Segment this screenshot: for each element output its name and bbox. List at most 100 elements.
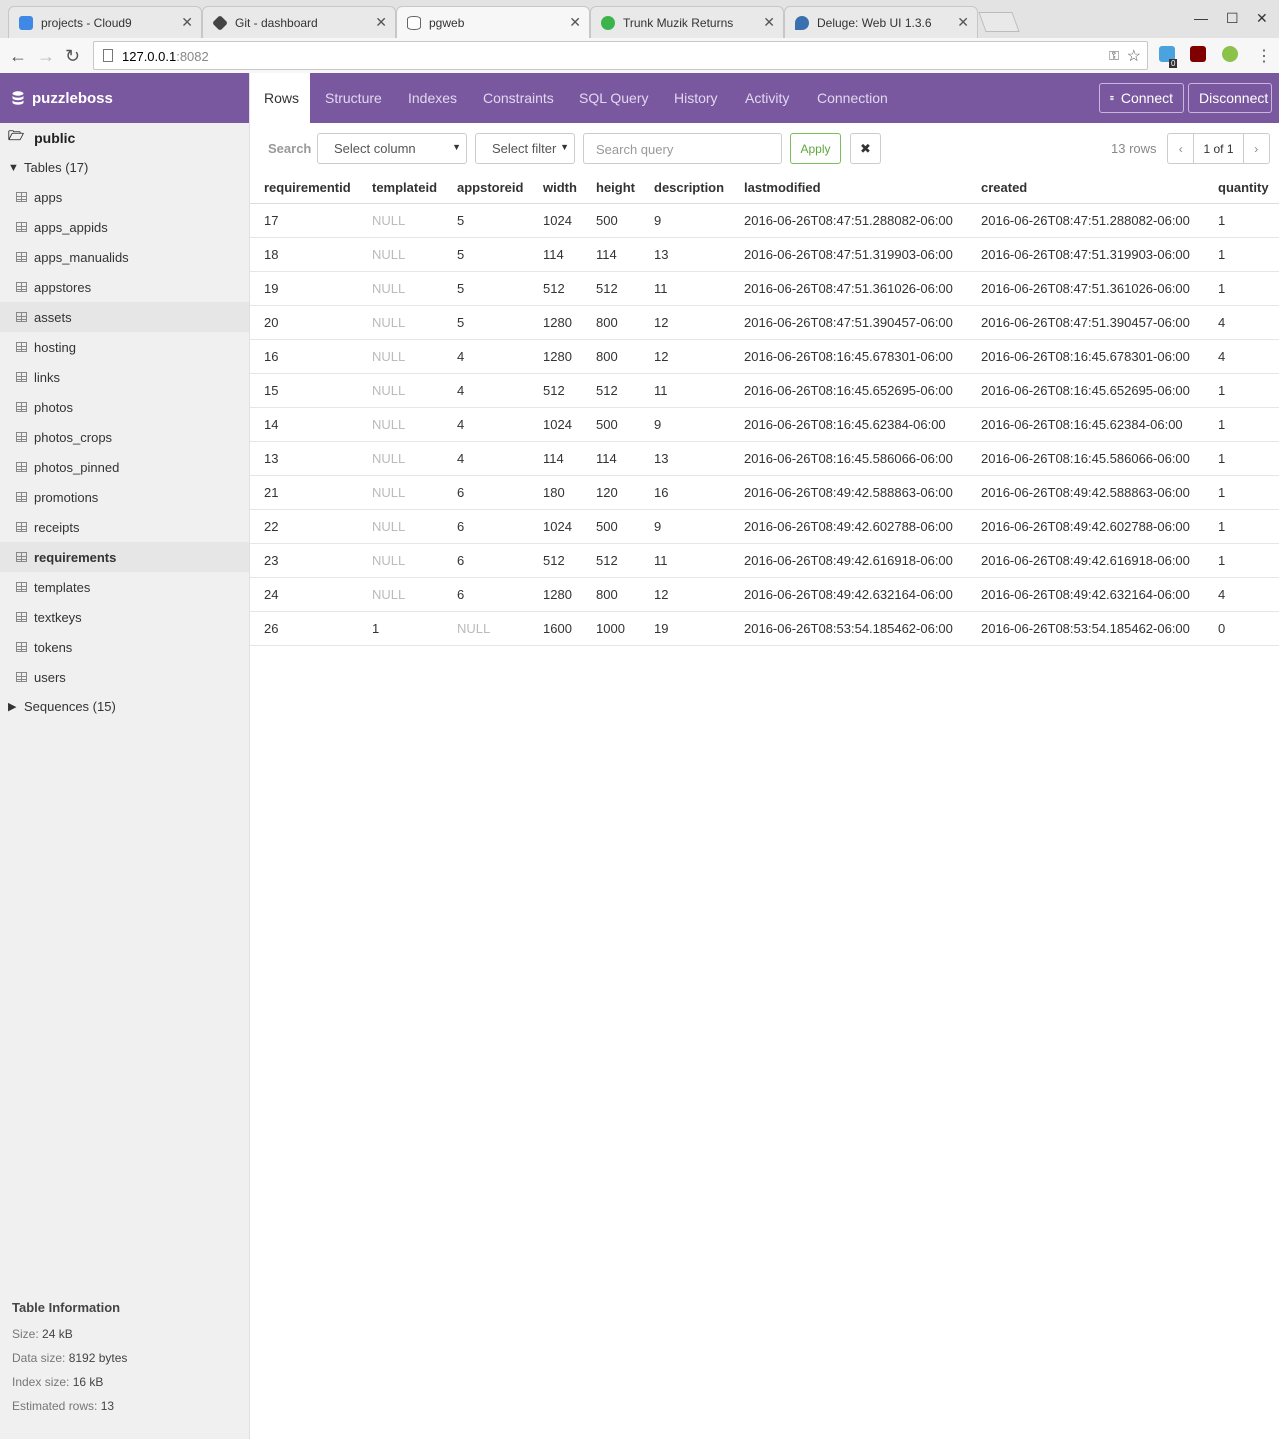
cell-appstoreid[interactable]: 5 xyxy=(443,271,529,306)
cell-lastmodified[interactable]: 2016-06-26T08:49:42.602788-06:00 xyxy=(730,509,967,544)
cell-width[interactable]: 512 xyxy=(529,373,582,408)
cell-quantity[interactable]: 1 xyxy=(1204,407,1279,442)
cell-height[interactable]: 500 xyxy=(582,509,640,544)
cell-created[interactable]: 2016-06-26T08:16:45.586066-06:00 xyxy=(967,441,1204,476)
cell-quantity[interactable]: 1 xyxy=(1204,441,1279,476)
disconnect-button[interactable]: Disconnect xyxy=(1188,83,1272,113)
cell-description[interactable]: 12 xyxy=(640,339,730,374)
cell-quantity[interactable]: 1 xyxy=(1204,543,1279,578)
cell-appstoreid[interactable]: 6 xyxy=(443,543,529,578)
cell-width[interactable]: 1280 xyxy=(529,577,582,612)
select-filter-dropdown[interactable]: Select filter ▼ xyxy=(475,133,575,164)
sidebar-item-apps-appids[interactable]: apps_appids xyxy=(0,212,249,242)
forward-icon[interactable]: → xyxy=(37,46,55,67)
cell-appstoreid[interactable]: 4 xyxy=(443,339,529,374)
tab-constraints[interactable]: Constraints xyxy=(483,73,554,123)
cell-appstoreid[interactable]: 4 xyxy=(443,407,529,442)
address-bar[interactable]: 127.0.0.1:8082 ⚿ ☆ xyxy=(93,41,1148,70)
cell-quantity[interactable]: 1 xyxy=(1204,373,1279,408)
table-row[interactable]: 20 NULL 5 1280 800 12 2016-06-26T08:47:51.3904… xyxy=(250,305,1279,340)
cell-height[interactable]: 800 xyxy=(582,339,640,374)
cell-requirementid[interactable]: 22 xyxy=(250,509,358,544)
cell-requirementid[interactable]: 24 xyxy=(250,577,358,612)
cell-quantity[interactable]: 4 xyxy=(1204,305,1279,340)
cell-lastmodified[interactable]: 2016-06-26T08:49:42.632164-06:00 xyxy=(730,577,967,612)
table-row[interactable]: 14 NULL 4 1024 500 9 2016-06-26T08:16:45.62384… xyxy=(250,407,1279,442)
minimize-icon[interactable]: — xyxy=(1194,10,1208,26)
sidebar-item-assets[interactable]: assets xyxy=(0,302,249,332)
cell-width[interactable]: 1280 xyxy=(529,305,582,340)
cell-appstoreid[interactable]: 5 xyxy=(443,237,529,272)
tab-connection[interactable]: Connection xyxy=(817,73,888,123)
cell-created[interactable]: 2016-06-26T08:16:45.678301-06:00 xyxy=(967,339,1204,374)
connect-button[interactable]: Connect xyxy=(1099,83,1184,113)
tab-rows[interactable]: Rows xyxy=(250,73,310,123)
table-row[interactable]: 16 NULL 4 1280 800 12 2016-06-26T08:16:45.6783… xyxy=(250,339,1279,374)
table-row[interactable]: 19 NULL 5 512 512 11 2016-06-26T08:47:51.36102… xyxy=(250,271,1279,306)
cell-created[interactable]: 2016-06-26T08:16:45.652695-06:00 xyxy=(967,373,1204,408)
tab-history[interactable]: History xyxy=(674,73,718,123)
cell-lastmodified[interactable]: 2016-06-26T08:16:45.62384-06:00 xyxy=(730,407,967,442)
close-tab-icon[interactable]: ✕ xyxy=(375,14,387,31)
cell-height[interactable]: 800 xyxy=(582,577,640,612)
cell-height[interactable]: 512 xyxy=(582,543,640,578)
tables-group-toggle[interactable]: ▼ Tables (17) xyxy=(0,153,249,182)
cell-width[interactable]: 1024 xyxy=(529,203,582,238)
cell-templateid[interactable]: NULL xyxy=(358,305,443,340)
cell-description[interactable]: 13 xyxy=(640,441,730,476)
cell-lastmodified[interactable]: 2016-06-26T08:53:54.185462-06:00 xyxy=(730,611,967,646)
cell-templateid[interactable]: NULL xyxy=(358,271,443,306)
cell-created[interactable]: 2016-06-26T08:47:51.390457-06:00 xyxy=(967,305,1204,340)
schema-header[interactable]: 🗁 public xyxy=(0,123,249,153)
table-row[interactable]: 26 1 NULL 1600 1000 19 2016-06-26T08:53:54.185… xyxy=(250,611,1279,646)
cell-width[interactable]: 1280 xyxy=(529,339,582,374)
cell-quantity[interactable]: 4 xyxy=(1204,577,1279,612)
back-icon[interactable]: ← xyxy=(9,46,27,67)
cell-templateid[interactable]: NULL xyxy=(358,475,443,510)
cell-lastmodified[interactable]: 2016-06-26T08:47:51.288082-06:00 xyxy=(730,203,967,238)
cell-appstoreid[interactable]: 4 xyxy=(443,441,529,476)
table-row[interactable]: 15 NULL 4 512 512 11 2016-06-26T08:16:45.65269… xyxy=(250,373,1279,408)
cell-appstoreid[interactable]: 6 xyxy=(443,509,529,544)
sidebar-item-promotions[interactable]: promotions xyxy=(0,482,249,512)
sidebar-item-apps-manualids[interactable]: apps_manualids xyxy=(0,242,249,272)
column-header-width[interactable]: width xyxy=(529,173,582,204)
cell-description[interactable]: 11 xyxy=(640,543,730,578)
cell-appstoreid[interactable]: 4 xyxy=(443,373,529,408)
cell-templateid[interactable]: NULL xyxy=(358,577,443,612)
cell-lastmodified[interactable]: 2016-06-26T08:47:51.390457-06:00 xyxy=(730,305,967,340)
cell-requirementid[interactable]: 16 xyxy=(250,339,358,374)
cell-lastmodified[interactable]: 2016-06-26T08:16:45.652695-06:00 xyxy=(730,373,967,408)
next-page-button[interactable]: › xyxy=(1244,134,1269,163)
sidebar-item-templates[interactable]: templates xyxy=(0,572,249,602)
cell-created[interactable]: 2016-06-26T08:16:45.62384-06:00 xyxy=(967,407,1204,442)
sidebar-item-receipts[interactable]: receipts xyxy=(0,512,249,542)
cell-templateid[interactable]: NULL xyxy=(358,407,443,442)
ublock-extension-icon[interactable] xyxy=(1190,46,1206,62)
cell-created[interactable]: 2016-06-26T08:49:42.616918-06:00 xyxy=(967,543,1204,578)
column-header-templateid[interactable]: templateid xyxy=(358,173,443,204)
maximize-icon[interactable]: ☐ xyxy=(1226,10,1239,27)
apply-button[interactable]: Apply xyxy=(790,133,841,164)
cell-quantity[interactable]: 1 xyxy=(1204,237,1279,272)
cell-created[interactable]: 2016-06-26T08:47:51.361026-06:00 xyxy=(967,271,1204,306)
cell-requirementid[interactable]: 17 xyxy=(250,203,358,238)
cell-height[interactable]: 1000 xyxy=(582,611,640,646)
select-column-dropdown[interactable]: Select column ▼ xyxy=(317,133,467,164)
cell-quantity[interactable]: 1 xyxy=(1204,203,1279,238)
close-tab-icon[interactable]: ✕ xyxy=(763,14,775,31)
table-row[interactable]: 22 NULL 6 1024 500 9 2016-06-26T08:49:42.60278… xyxy=(250,509,1279,544)
cell-created[interactable]: 2016-06-26T08:53:54.185462-06:00 xyxy=(967,611,1204,646)
column-header-lastmodified[interactable]: lastmodified xyxy=(730,173,967,204)
cell-quantity[interactable]: 1 xyxy=(1204,271,1279,306)
sidebar-item-photos-pinned[interactable]: photos_pinned xyxy=(0,452,249,482)
cell-requirementid[interactable]: 21 xyxy=(250,475,358,510)
cell-templateid[interactable]: NULL xyxy=(358,339,443,374)
browser-menu-icon[interactable]: ⋮ xyxy=(1256,46,1272,66)
cell-requirementid[interactable]: 19 xyxy=(250,271,358,306)
table-row[interactable]: 13 NULL 4 114 114 13 2016-06-26T08:16:45.58606… xyxy=(250,441,1279,476)
cell-width[interactable]: 512 xyxy=(529,271,582,306)
new-tab-button[interactable] xyxy=(978,12,1020,32)
cell-lastmodified[interactable]: 2016-06-26T08:16:45.678301-06:00 xyxy=(730,339,967,374)
column-header-requirementid[interactable]: requirementid xyxy=(250,173,358,204)
